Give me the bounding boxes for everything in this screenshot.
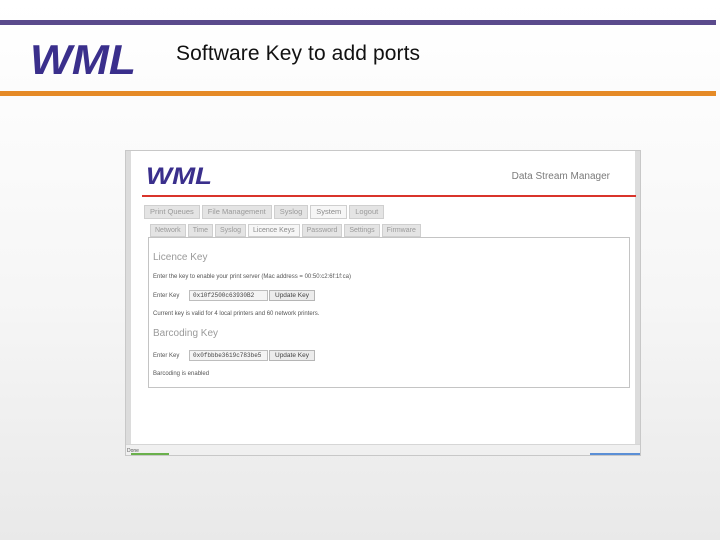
barcoding-status: Barcoding is enabled [153,371,210,377]
tab-print-queues[interactable]: Print Queues [144,205,200,219]
licence-key-heading: Licence Key [153,252,208,263]
status-zone [590,453,640,455]
licence-status: Current key is valid for 4 local printer… [153,311,320,317]
window-left-shade [126,151,131,445]
app-screenshot: WML Data Stream Manager Print Queues Fil… [125,150,641,456]
licence-key-input[interactable]: 0x10f2500c63930B2 [189,290,268,301]
svg-text:WML: WML [30,38,136,80]
wml-logo: WML [30,38,136,80]
slide-accent-bar [0,91,716,96]
barcoding-enter-label: Enter Key [153,353,180,359]
update-licence-key-button[interactable]: Update Key [269,290,315,301]
update-barcoding-key-button[interactable]: Update Key [269,350,315,361]
subtab-time[interactable]: Time [187,224,213,237]
subtab-password[interactable]: Password [301,224,343,237]
subtab-licence-keys[interactable]: Licence Keys [248,224,300,237]
browser-status-bar: Done [126,444,640,455]
licence-panel: Licence Key Enter the key to enable your… [148,237,630,388]
subtab-settings[interactable]: Settings [344,224,380,237]
tab-logout[interactable]: Logout [349,205,385,219]
status-progress [131,453,169,455]
subtab-network[interactable]: Network [150,224,186,237]
svg-text:WML: WML [146,163,212,187]
licence-instructions: Enter the key to enable your print serve… [153,274,351,280]
tab-system[interactable]: System [310,205,348,219]
barcoding-key-heading: Barcoding Key [153,328,219,339]
header-divider [142,195,636,197]
subtab-firmware[interactable]: Firmware [381,224,421,237]
app-logo: WML [146,163,212,187]
tab-file-management[interactable]: File Management [201,205,272,219]
app-name: Data Stream Manager [511,171,610,182]
tab-syslog[interactable]: Syslog [273,205,309,219]
subtab-syslog[interactable]: Syslog [214,224,246,237]
licence-enter-label: Enter Key [153,293,180,299]
slide-title: Software Key to add ports [176,42,421,65]
barcoding-key-input[interactable]: 0x0fbbbe3619c783be5 [189,350,268,361]
sub-nav: Network Time Syslog Licence Keys Passwor… [150,224,421,237]
slide-top-bar [0,20,716,25]
main-nav: Print Queues File Management Syslog Syst… [144,205,385,219]
